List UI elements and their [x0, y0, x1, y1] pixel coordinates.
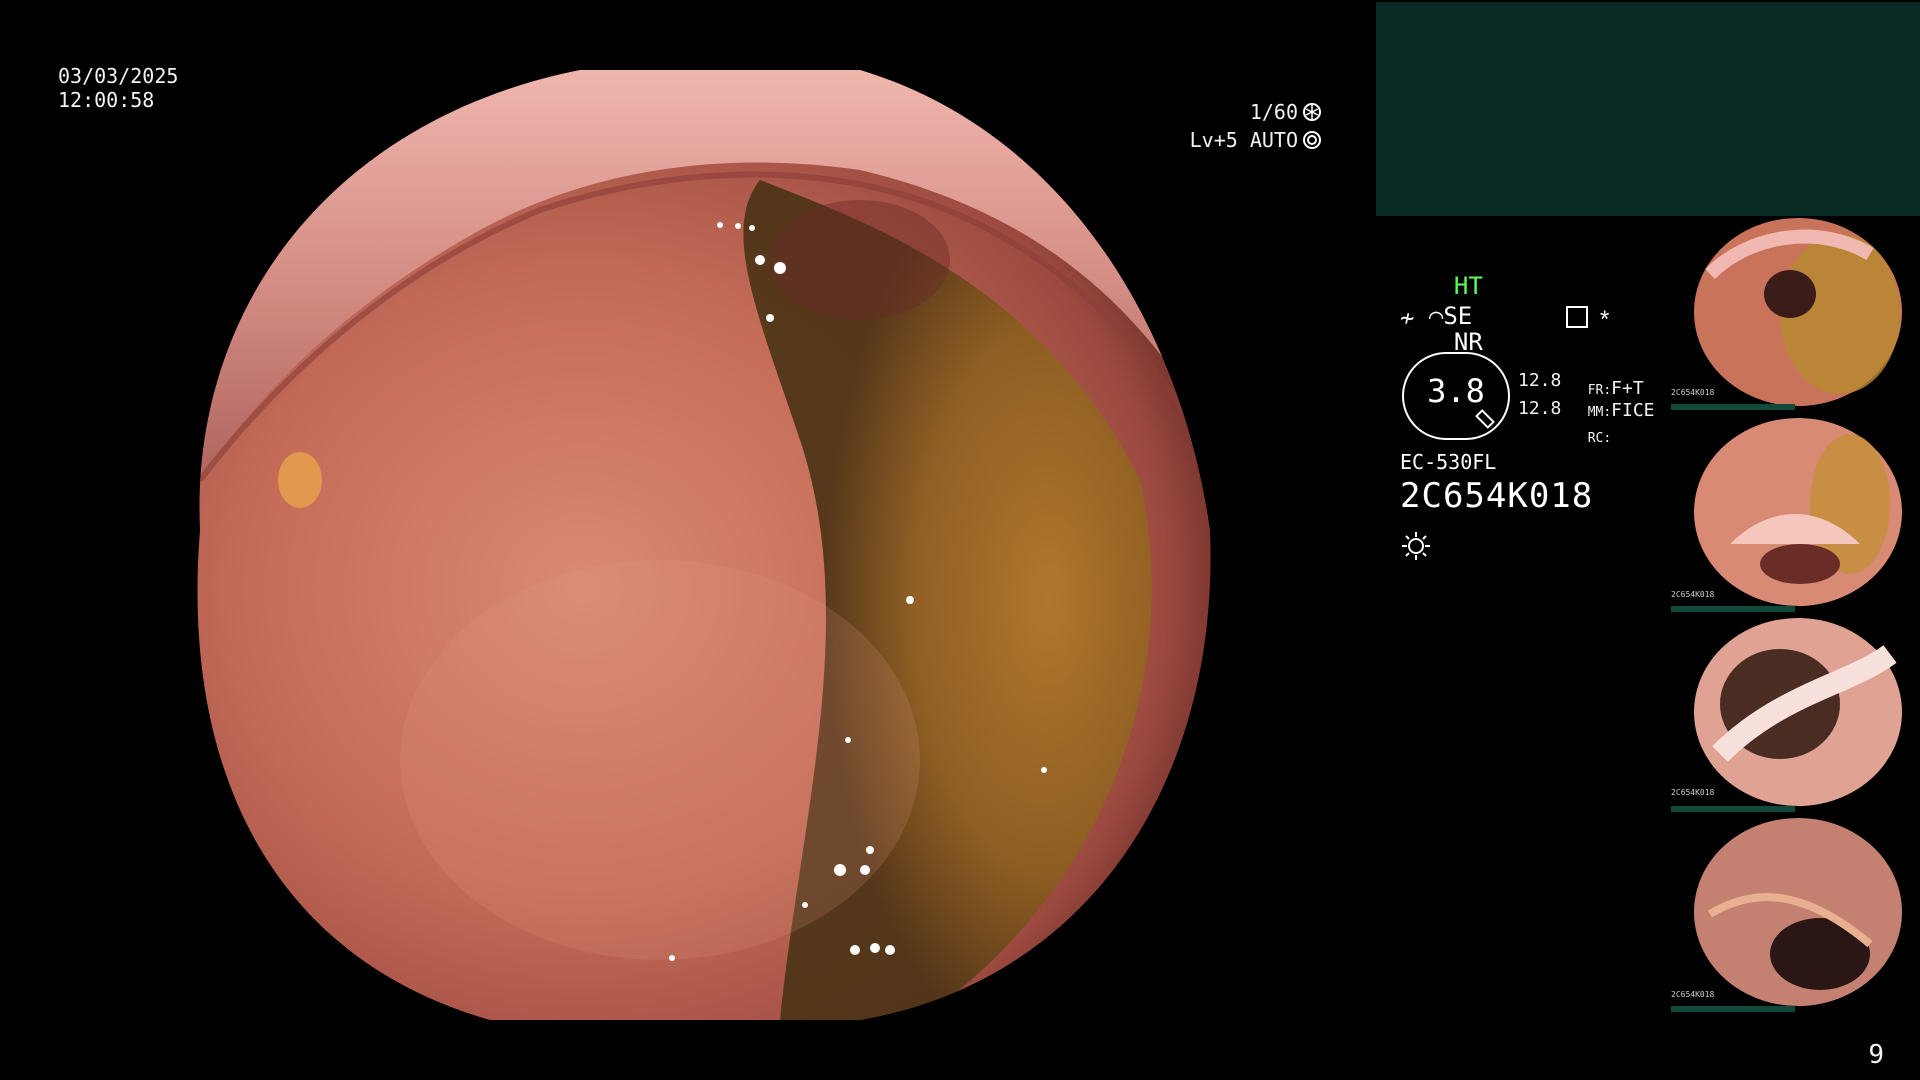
rc-row: RC:: [1566, 398, 1611, 452]
thumbnail-1-bar: [1671, 404, 1795, 410]
thumbnail-1-label: 2C654K018: [1671, 388, 1715, 397]
se-icon: ⌒: [1428, 302, 1444, 330]
rc-label: RC:: [1587, 431, 1612, 446]
endoscopic-main-view: [160, 60, 1216, 1020]
page-number: 9: [1868, 1040, 1884, 1070]
thumbnail-3[interactable]: [1670, 614, 1920, 810]
light-source-icon: [1402, 532, 1430, 560]
thumbnail-3-image: [1694, 618, 1902, 806]
record-icon: [1566, 306, 1588, 328]
thumbnail-2-label: 2C654K018: [1671, 590, 1715, 599]
param-value-1: 12.8: [1518, 370, 1562, 391]
thumbnail-4-label: 2C654K018: [1671, 990, 1715, 999]
thumbnail-2-bar: [1671, 606, 1795, 612]
shutter-icon: [1303, 103, 1321, 121]
colon-lumen-image: [197, 70, 1211, 1020]
zoom-value: 3.8: [1427, 372, 1485, 410]
thumbnail-4-bar: [1671, 1006, 1795, 1012]
iris-icon: [1303, 131, 1321, 149]
asterisk-marker: *: [1600, 306, 1610, 333]
scope-model: EC-530FL: [1400, 450, 1497, 474]
exposure-readout: 1/60 Lv+5 AUTO: [1190, 98, 1322, 154]
se-indicator: SE: [1443, 302, 1473, 330]
param-value-2: 12.8: [1518, 398, 1562, 419]
iris-mode: Lv+5 AUTO: [1189, 128, 1298, 152]
datetime-overlay: 03/03/2025 12:00:58: [58, 64, 178, 112]
scope-serial: 2C654K018: [1400, 476, 1594, 516]
date-text: 03/03/2025: [58, 64, 179, 88]
thumbnail-3-bar: [1671, 806, 1795, 812]
thumbnail-2-image: [1694, 418, 1902, 606]
thumbnail-4[interactable]: [1670, 814, 1920, 1010]
freeze-icon: ≁: [1400, 304, 1415, 332]
time-text: 12:00:58: [58, 88, 155, 112]
thumbnail-1[interactable]: [1670, 214, 1920, 410]
info-panel-header: [1376, 2, 1920, 216]
thumbnail-1-image: [1694, 218, 1902, 406]
thumbnail-4-image: [1694, 818, 1902, 1006]
thumbnail-3-label: 2C654K018: [1671, 788, 1715, 797]
thumbnail-2[interactable]: [1670, 414, 1920, 610]
shutter-speed: 1/60: [1249, 100, 1298, 124]
mm-value: FICE: [1611, 400, 1655, 421]
